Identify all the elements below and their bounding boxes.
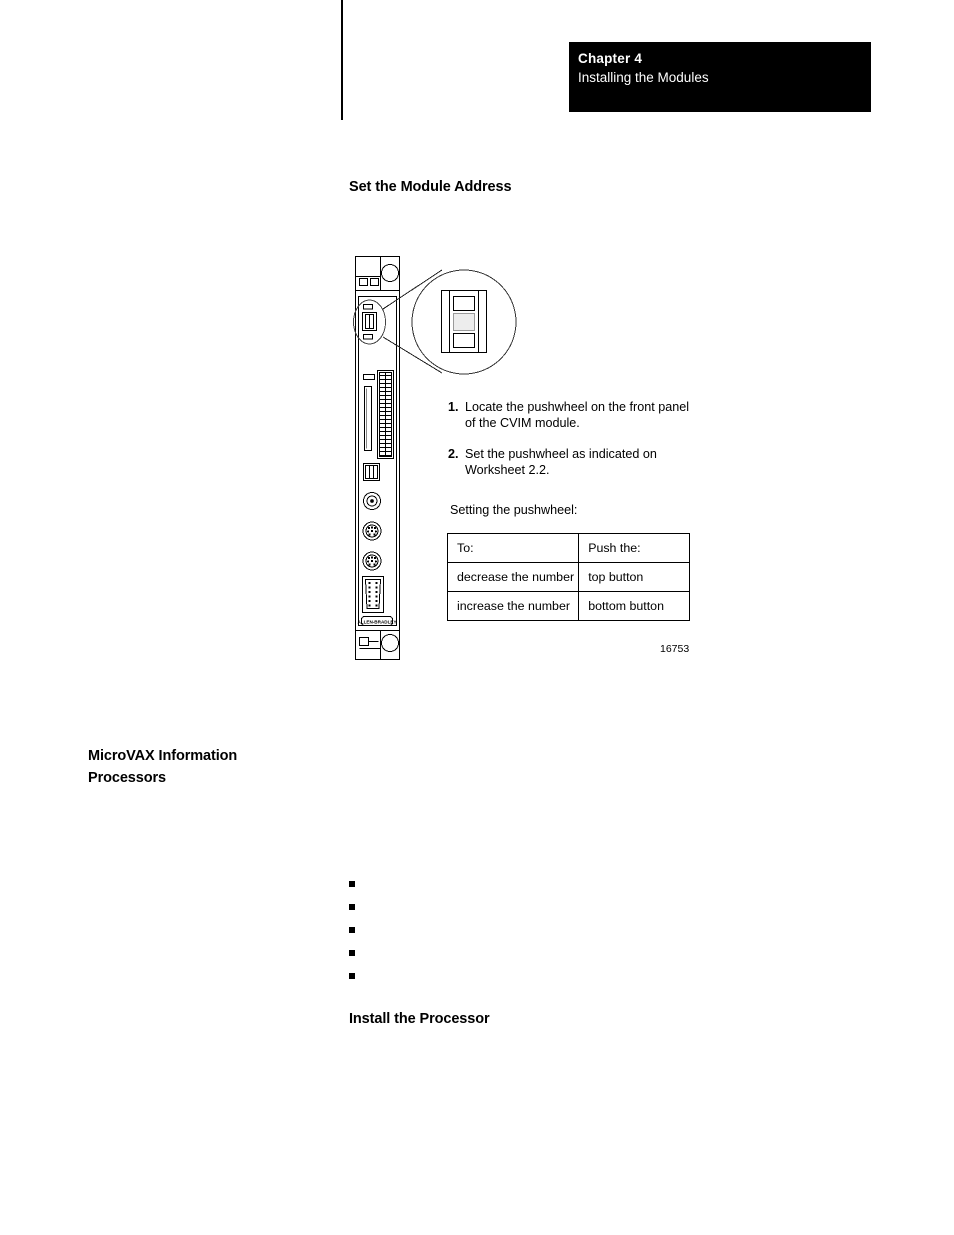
document-page: Chapter 4 Installing the Modules Set the… [0, 0, 954, 1235]
step-text: Set the pushwheel as indicated on Worksh… [465, 447, 657, 477]
chapter-label: Chapter 4 [578, 51, 643, 66]
chapter-subtitle: Installing the Modules [578, 70, 709, 85]
table-cell: bottom button [578, 591, 690, 621]
table-header-cell: To: [446, 533, 580, 563]
table-row: decrease the number top button [446, 562, 690, 592]
bullet-square-icon [349, 927, 355, 933]
pushwheel-table-caption: Setting the pushwheel: [450, 503, 578, 517]
table-cell: increase the number [446, 591, 580, 621]
table-header-row: To: Push the: [446, 533, 690, 563]
bullet-square-icon [349, 904, 355, 910]
heading-install-the-processor: Install the Processor [349, 1011, 490, 1027]
table-cell: top button [578, 562, 690, 592]
heading-microvax-information-processors: MicroVAX Information Processors [88, 748, 238, 786]
figure-id-label: 16753 [660, 643, 690, 655]
pushwheel-table: To: Push the: decrease the number top bu… [446, 533, 690, 621]
bullet-square-icon [349, 881, 355, 887]
table-row: increase the number bottom button [446, 591, 690, 621]
step-number: 2. [448, 447, 459, 461]
step-number: 1. [448, 400, 459, 414]
svg-text:ALLEN-BRADLEY: ALLEN-BRADLEY [357, 619, 396, 624]
heading-set-module-address: Set the Module Address [349, 179, 512, 195]
step-text: Locate the pushwheel on the front panel … [465, 400, 690, 430]
bullet-square-icon [349, 973, 355, 979]
margin-rule [341, 0, 343, 120]
table-cell: decrease the number [446, 562, 580, 592]
bullet-square-icon [349, 950, 355, 956]
table-header-cell: Push the: [578, 533, 690, 563]
